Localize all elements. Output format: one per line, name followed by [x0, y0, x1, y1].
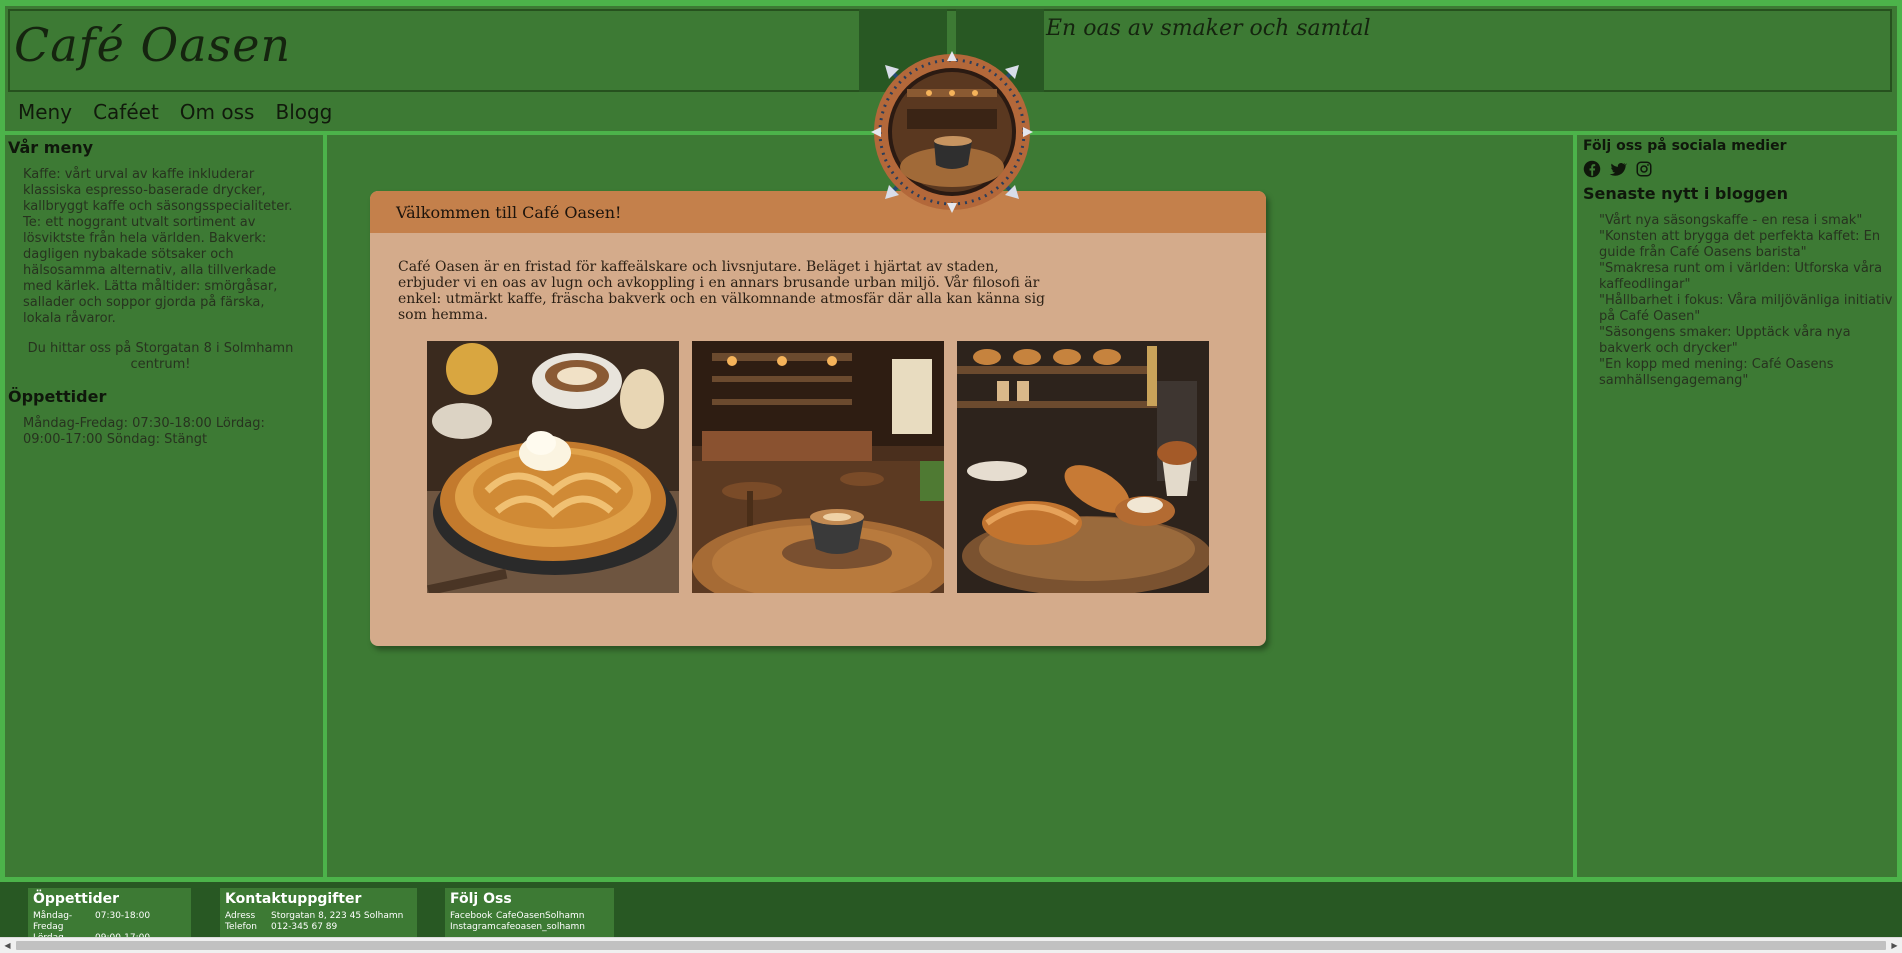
footer-contact-row: Telefon 012-345 67 89 [225, 922, 412, 933]
facebook-icon[interactable] [1583, 160, 1601, 178]
welcome-card-text: Café Oasen är en fristad för kaffeälskar… [398, 259, 1046, 323]
nav-item-cafeet[interactable]: Caféet [93, 100, 159, 124]
twitter-icon[interactable] [1609, 160, 1627, 178]
social-heading: Följ oss på sociala medier [1583, 138, 1787, 154]
right-sidebar: Följ oss på sociala medier Senaste nytt … [1583, 138, 1893, 389]
nav-item-blogg[interactable]: Blogg [275, 100, 332, 124]
footer-label: Måndag-Fredag [33, 911, 73, 932]
left-sidebar: Vår meny Kaffe: vårt urval av kaffe inkl… [8, 138, 313, 462]
hours-text: Måndag-Fredag: 07:30-18:00 Lördag: 09:00… [23, 416, 265, 447]
footer-hours-heading: Öppettider [33, 891, 120, 907]
menu-description: Kaffe: vårt urval av kaffe inkluderar kl… [23, 167, 293, 326]
page-footer: Öppettider Måndag-Fredag 07:30-18:00 Lör… [0, 882, 1902, 943]
blog-list: "Vårt nya säsongskaffe - en resa i smak"… [1583, 213, 1893, 389]
page-frame-left [0, 0, 5, 952]
location-text: Du hittar oss på Storgatan 8 i Solmhamn … [27, 341, 294, 372]
welcome-card: Välkommen till Café Oasen! Café Oasen är… [370, 191, 1266, 646]
blog-heading: Senaste nytt i bloggen [1583, 184, 1788, 203]
blog-item[interactable]: "Vårt nya säsongskaffe - en resa i smak" [1599, 213, 1893, 229]
cafe-interior-photo[interactable] [692, 341, 944, 593]
page-frame-right [1897, 0, 1902, 952]
footer-follow-row: Instagram cafeoasen_solhamn [450, 922, 609, 933]
scrollbar-thumb[interactable] [16, 941, 1886, 950]
footer-contact: Kontaktuppgifter Adress Storgatan 8, 223… [220, 888, 417, 937]
footer-contact-row: Adress Storgatan 8, 223 45 Solhamn [225, 911, 412, 922]
footer-value: 07:30-18:00 [95, 911, 151, 921]
footer-link[interactable]: cafeoasen_solhamn [496, 922, 585, 933]
blog-item[interactable]: "Smakresa runt om i världen: Utforska vå… [1599, 261, 1893, 293]
site-tagline: En oas av smaker och samtal [1046, 16, 1371, 41]
horizontal-scrollbar[interactable]: ◀ ▶ [0, 937, 1902, 953]
photo-gallery [427, 341, 1209, 593]
footer-follow: Följ Oss Facebook CafeOasenSolhamn Insta… [445, 888, 614, 937]
blog-item[interactable]: "Hållbarhet i fokus: Våra miljövänliga i… [1599, 293, 1893, 325]
column-divider [323, 131, 327, 881]
footer-label: Adress [225, 911, 256, 921]
main-nav: Meny Caféet Om oss Blogg [18, 100, 332, 124]
nav-item-om-oss[interactable]: Om oss [180, 100, 255, 124]
blog-item[interactable]: "En kopp med mening: Café Oasens samhäll… [1599, 357, 1893, 389]
footer-hours-row: Måndag-Fredag 07:30-18:00 [33, 911, 186, 933]
social-icons [1583, 160, 1893, 178]
scroll-right-arrow-icon[interactable]: ▶ [1887, 938, 1902, 953]
footer-contact-heading: Kontaktuppgifter [225, 891, 362, 907]
scroll-left-arrow-icon[interactable]: ◀ [0, 938, 15, 953]
footer-value[interactable]: 012-345 67 89 [271, 922, 337, 933]
blog-item[interactable]: "Konsten att brygga det perfekta kaffet:… [1599, 229, 1893, 261]
site-title[interactable]: Café Oasen [14, 18, 291, 72]
blog-item[interactable]: "Säsongens smaker: Upptäck våra nya bakv… [1599, 325, 1893, 357]
footer-hours: Öppettider Måndag-Fredag 07:30-18:00 Lör… [28, 888, 191, 943]
apple-pie-photo[interactable] [427, 341, 679, 593]
footer-link[interactable]: CafeOasenSolhamn [496, 911, 584, 922]
footer-follow-row: Facebook CafeOasenSolhamn [450, 911, 609, 922]
nav-item-meny[interactable]: Meny [18, 100, 72, 124]
welcome-card-title: Välkommen till Café Oasen! [370, 191, 1266, 233]
footer-label: Facebook [450, 911, 493, 921]
menu-heading: Vår meny [8, 138, 94, 157]
column-divider [1573, 131, 1577, 881]
footer-label: Telefon [225, 922, 257, 932]
footer-follow-heading: Följ Oss [450, 891, 512, 907]
footer-value: Storgatan 8, 223 45 Solhamn [271, 911, 404, 921]
page-frame-top [0, 0, 1902, 6]
hours-heading: Öppettider [8, 387, 107, 406]
cafe-logo-emblem[interactable] [869, 49, 1035, 215]
pastries-photo[interactable] [957, 341, 1209, 593]
footer-label: Instagram [450, 922, 496, 932]
instagram-icon[interactable] [1635, 160, 1653, 178]
